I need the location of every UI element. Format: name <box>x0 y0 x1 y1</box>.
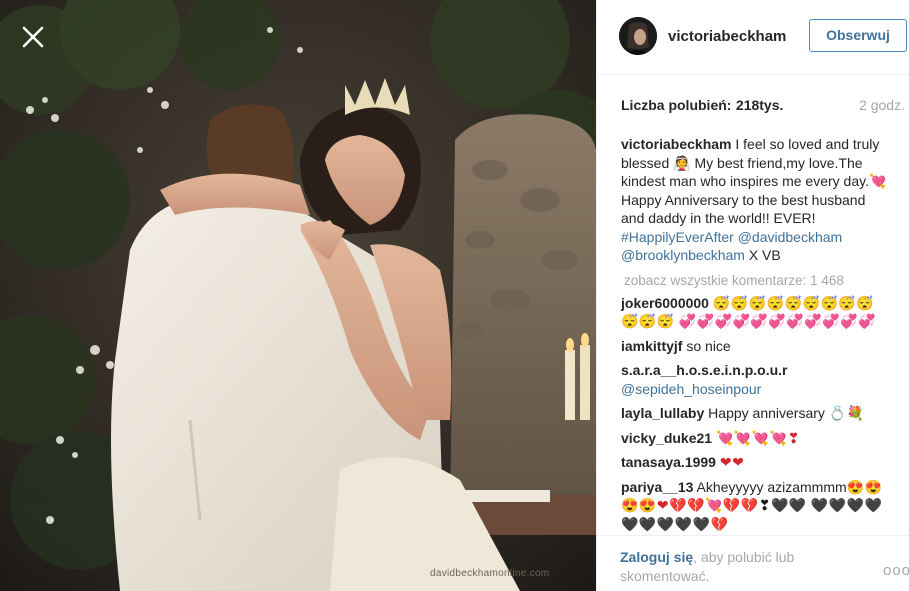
likes-label: Liczba polubień: <box>621 97 732 113</box>
post-timestamp[interactable]: 2 godz. <box>859 97 905 113</box>
comment-username[interactable]: iamkittyjf <box>621 338 682 354</box>
comment-item: vicky_duke21 💘💘💘💘❣ <box>621 429 891 448</box>
heart-emoji: 💘 <box>868 173 887 189</box>
comment-text: Happy anniversary <box>708 405 825 421</box>
post-photo: davidbeckhamonline.com <box>0 0 596 591</box>
comment-text: so nice <box>686 337 731 354</box>
comment-item: iamkittyjf so nice <box>621 337 891 356</box>
mention-link[interactable]: @davidbeckham <box>738 229 843 245</box>
view-all-comments-link[interactable]: zobacz wszystkie komentarze: 1 468 <box>621 273 891 288</box>
comment-username[interactable]: vicky_duke21 <box>621 430 712 446</box>
login-link[interactable]: Zaloguj się <box>620 549 693 565</box>
comment-item: tanasaya.1999 ❤❤ <box>621 453 891 472</box>
post-username[interactable]: victoriabeckham <box>668 28 786 45</box>
comment-username[interactable]: pariya__13 <box>621 479 693 495</box>
photo-watermark: davidbeckhamonline.com <box>430 568 550 579</box>
caption-text: Happy Anniversary to the best husband an… <box>621 191 866 227</box>
close-icon <box>22 26 44 48</box>
comment-item: s.a.r.a__h.o.s.e.i.n.p.o.u.r @sepideh_ho… <box>621 361 891 398</box>
avatar[interactable] <box>619 17 657 55</box>
comments-section: victoriabeckham I feel so loved and trul… <box>621 135 891 539</box>
comment-item: pariya__13 Akheyyyyy azizammmm😍😍😍😍❤💔💔💘💔💔… <box>621 478 891 534</box>
post-side-panel: victoriabeckham Obserwuj Liczba polubień… <box>596 0 909 591</box>
comment-username[interactable]: tanasaya.1999 <box>621 454 716 470</box>
post-header: victoriabeckham Obserwuj <box>597 0 909 75</box>
avatar-photo <box>619 17 657 55</box>
follow-button[interactable]: Obserwuj <box>809 19 907 52</box>
comment-emoji: 💍💐 <box>828 405 865 421</box>
comment-item: layla_lullaby Happy anniversary 💍💐 <box>621 404 891 423</box>
comment-emoji: ❣🖤🖤 <box>758 497 807 513</box>
likes-count[interactable]: 218tys. <box>736 97 783 113</box>
comment-mention-link[interactable]: @sepideh_hoseinpour <box>621 381 761 397</box>
login-prompt: Zaloguj się, aby polubić lub skomentować… <box>620 548 820 586</box>
caption-username[interactable]: victoriabeckham <box>621 136 732 152</box>
comment-username[interactable]: layla_lullaby <box>621 405 704 421</box>
comment-username[interactable]: joker6000000 <box>621 295 709 311</box>
comment-emoji: 💞💞💞💞💞💞💞💞💞💞💞 <box>678 313 876 329</box>
close-button[interactable] <box>18 22 48 52</box>
post-caption: victoriabeckham I feel so loved and trul… <box>621 135 891 265</box>
comment-item: joker6000000 😴😴😴😴😴😴😴😴😴😴😴😴 💞💞💞💞💞💞💞💞💞💞💞 <box>621 294 891 331</box>
caption-text: X VB <box>744 247 781 263</box>
likes-row: Liczba polubień: 218tys. 2 godz. <box>621 97 905 115</box>
mention-link[interactable]: @brooklynbeckham <box>621 247 745 263</box>
comment-username[interactable]: s.a.r.a__h.o.s.e.i.n.p.o.u.r <box>621 362 788 378</box>
hashtag-link[interactable]: #HappilyEverAfter <box>621 229 734 245</box>
post-footer: Zaloguj się, aby polubić lub skomentować… <box>597 535 909 591</box>
bride-emoji: 👰 <box>673 154 691 171</box>
wedding-photo <box>0 0 596 591</box>
more-options-icon[interactable]: ooo <box>883 562 909 579</box>
comment-emoji: 💘💘💘💘❣ <box>715 429 800 446</box>
comment-emoji: ❤❤ <box>719 454 745 470</box>
comment-text: Akheyyyyy azizammmm <box>696 478 847 495</box>
